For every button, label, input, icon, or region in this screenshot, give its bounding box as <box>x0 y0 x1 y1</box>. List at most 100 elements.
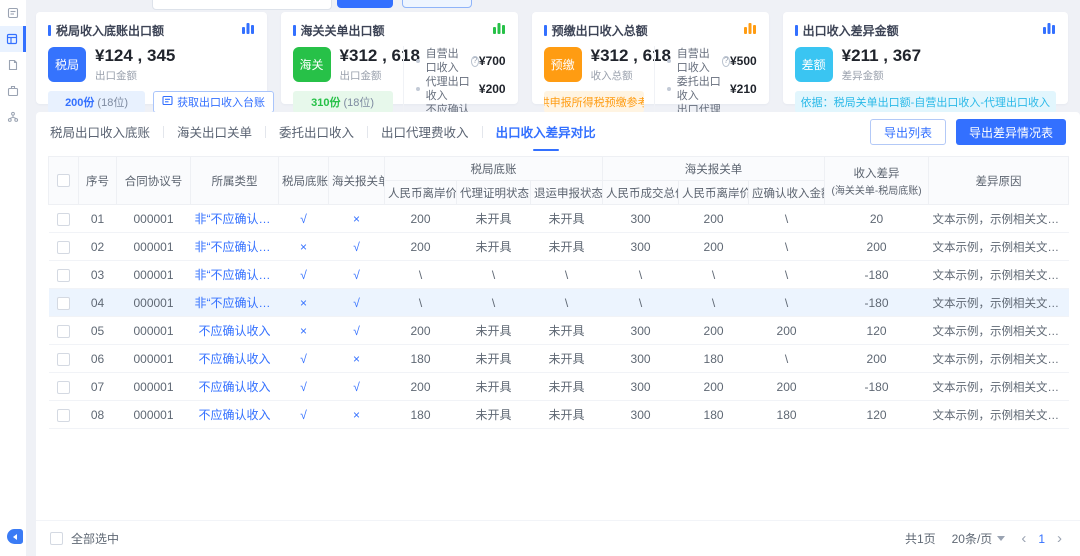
row-checkbox[interactable] <box>57 325 70 338</box>
prev-page-button[interactable]: ‹ <box>1021 531 1026 546</box>
cell-diff: 120 <box>825 317 929 345</box>
topbar-input[interactable] <box>152 0 332 10</box>
row-checkbox[interactable] <box>57 409 70 422</box>
detail-label: 委托出口收入 <box>677 75 730 103</box>
export-list-button[interactable]: 导出列表 <box>870 119 946 145</box>
cell-reason: 文本示例，示例相关文本”文本“相关示例文... <box>929 289 1069 317</box>
info-icon[interactable]: ? <box>471 56 479 67</box>
cell-tax-fob: 200 <box>385 373 457 401</box>
tab-1[interactable]: 税局出口收入底账 <box>50 122 150 142</box>
sidebar-item-briefcase[interactable] <box>0 78 26 104</box>
table-row: 07000001不应确认收入√√200未开具未开具300200200-180文本… <box>49 373 1069 401</box>
cell-reason: 文本示例，示例相关文本”文本“相关示例文... <box>929 401 1069 429</box>
row-checkbox[interactable] <box>57 353 70 366</box>
cell-confirm-amount: 200 <box>749 317 825 345</box>
cell-contract: 000001 <box>117 317 191 345</box>
cell-no: 08 <box>79 401 117 429</box>
cell-return-status: 未开具 <box>531 401 603 429</box>
cell-type[interactable]: 不应确认收入 <box>191 401 279 429</box>
cell-confirm-amount: 180 <box>749 401 825 429</box>
cell-return-status: 未开具 <box>531 373 603 401</box>
next-page-button[interactable]: › <box>1057 531 1062 546</box>
table-body: 01000001非“不应确认收入√×200未开具未开具300200\20文本示例… <box>49 205 1069 429</box>
count-pill: 310份(18位) <box>293 91 393 113</box>
row-checkbox[interactable] <box>57 381 70 394</box>
org-tree-icon <box>7 111 19 123</box>
tab-2[interactable]: 海关出口关单 <box>177 122 252 142</box>
sidebar-item-org[interactable] <box>0 104 26 130</box>
select-all-header-checkbox[interactable] <box>57 174 70 187</box>
cell-confirm-amount: \ <box>749 261 825 289</box>
cell-checkbox <box>49 233 79 261</box>
tab-4[interactable]: 出口代理费收入 <box>381 122 469 142</box>
cell-diff: -180 <box>825 289 929 317</box>
topbar-primary-button[interactable] <box>337 0 393 8</box>
cell-type[interactable]: 不应确认收入 <box>191 317 279 345</box>
cell-return-status: 未开具 <box>531 317 603 345</box>
current-page-button[interactable]: 1 <box>1038 532 1045 546</box>
col-group-tax-ledger: 税局底账 <box>385 157 603 181</box>
cell-agent-cert: \ <box>457 289 531 317</box>
cell-customs-mark: √ <box>329 233 385 261</box>
card-amount: ¥124 , 345 <box>95 46 175 66</box>
cell-customs-fob: 200 <box>679 233 749 261</box>
cell-confirm-amount: \ <box>749 205 825 233</box>
table-footer: 全部选中 共1页 20条/页 ‹ 1 › <box>36 520 1080 556</box>
fetch-export-ledger-button[interactable]: 获取出口收入台账 <box>153 91 274 113</box>
cell-customs-mark: √ <box>329 373 385 401</box>
row-checkbox[interactable] <box>57 269 70 282</box>
select-all-checkbox[interactable] <box>50 532 63 545</box>
cell-contract: 000001 <box>117 205 191 233</box>
row-checkbox[interactable] <box>57 241 70 254</box>
table-row: 08000001不应确认收入√×180未开具未开具300180180120文本示… <box>49 401 1069 429</box>
header-checkbox-cell <box>49 157 79 205</box>
table-row: 05000001不应确认收入×√200未开具未开具300200200120文本示… <box>49 317 1069 345</box>
topbar-secondary-button[interactable] <box>402 0 472 8</box>
income-diff-table: 序号 合同协议号 所属类型 税局底账 海关报关单 税局底账 海关报关单 收入差异… <box>48 156 1069 429</box>
cell-type[interactable]: 非“不应确认收入 <box>191 261 279 289</box>
card-amount-label: 差异金额 <box>842 68 921 83</box>
page-size-select[interactable]: 20条/页 <box>952 530 1006 547</box>
cell-reason: 文本示例，示例相关文本”文本“相关示例文... <box>929 261 1069 289</box>
cell-type[interactable]: 不应确认收入 <box>191 373 279 401</box>
cell-customs-fob: 200 <box>679 373 749 401</box>
col-return-status: 退运申报状态 <box>531 181 603 205</box>
bar-chart-icon[interactable] <box>241 21 255 39</box>
bar-chart-icon[interactable] <box>492 21 506 39</box>
info-icon[interactable]: ? <box>722 56 730 67</box>
cell-reason: 文本示例，示例相关文本”文本“相关示例文... <box>929 373 1069 401</box>
cell-type[interactable]: 非“不应确认收入 <box>191 233 279 261</box>
form-icon <box>7 7 19 19</box>
cell-tax-fob: 180 <box>385 345 457 373</box>
cell-contract: 000001 <box>117 261 191 289</box>
cell-tax-mark: √ <box>279 345 329 373</box>
cell-no: 02 <box>79 233 117 261</box>
cell-type[interactable]: 非“不应确认收入 <box>191 205 279 233</box>
card-amount-label: 出口金额 <box>95 68 175 83</box>
cell-type[interactable]: 不应确认收入 <box>191 345 279 373</box>
sidebar-item-form[interactable] <box>0 0 26 26</box>
cell-agent-cert: 未开具 <box>457 205 531 233</box>
cell-contract: 000001 <box>117 345 191 373</box>
cell-reason: 文本示例，示例相关文本”文本“相关示例文... <box>929 317 1069 345</box>
cell-customs-mark: × <box>329 401 385 429</box>
tab-3[interactable]: 委托出口收入 <box>279 122 354 142</box>
collapse-sidebar-button[interactable] <box>7 529 23 544</box>
tab-separator <box>265 126 266 138</box>
cell-type[interactable]: 非“不应确认收入 <box>191 289 279 317</box>
cell-return-status: \ <box>531 289 603 317</box>
export-diff-report-button[interactable]: 导出差异情况表 <box>956 119 1066 145</box>
select-all-label: 全部选中 <box>71 530 119 547</box>
bar-chart-icon[interactable] <box>743 21 757 39</box>
sidebar-item-ledger[interactable] <box>0 26 26 52</box>
row-checkbox[interactable] <box>57 297 70 310</box>
card-amount: ¥211 , 367 <box>842 46 921 66</box>
table-row: 03000001非“不应确认收入√√\\\\\\-180文本示例，示例相关文本”… <box>49 261 1069 289</box>
cell-return-status: 未开具 <box>531 233 603 261</box>
bar-chart-icon[interactable] <box>1042 21 1056 39</box>
sidebar-item-document[interactable] <box>0 52 26 78</box>
row-checkbox[interactable] <box>57 213 70 226</box>
bullet-icon <box>667 87 671 91</box>
cell-agent-cert: 未开具 <box>457 373 531 401</box>
tab-5[interactable]: 出口收入差异对比 <box>496 122 596 142</box>
